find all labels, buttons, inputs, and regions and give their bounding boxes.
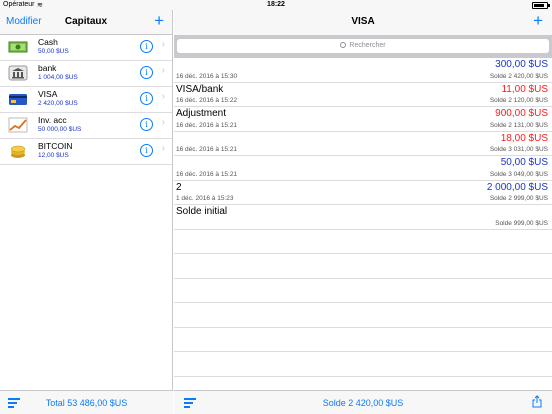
empty-row [174, 303, 552, 328]
accounts-title: Capitaux [64, 16, 108, 27]
transactions-toolbar: Solde 2 420,00 $US [174, 390, 552, 414]
transaction-row[interactable]: VISA/bank 11,00 $US 16 déc. 2016 à 15:22… [174, 83, 552, 107]
battery-icon [532, 2, 550, 9]
transaction-date: 16 déc. 2016 à 15:22 [176, 97, 238, 104]
transaction-date: 16 déc. 2016 à 15:21 [176, 121, 238, 129]
account-row-bitcoin[interactable]: BITCOIN 12,00 $US i › [0, 139, 172, 165]
chart-icon [8, 117, 28, 133]
transaction-balance: Solde 3 049,00 $US [489, 170, 548, 178]
account-name: Inv. acc [38, 115, 67, 125]
chevron-right-icon: › [161, 65, 165, 76]
search-input[interactable]: Rechercher [177, 39, 549, 53]
account-amount: 50,00 $US [38, 48, 69, 55]
transaction-date: 1 déc. 2016 à 15:23 [176, 195, 234, 202]
empty-row [174, 279, 552, 303]
transaction-amount: 2 000,00 $US [486, 181, 548, 193]
account-amount: 50 000,00 $US [38, 126, 82, 133]
transactions-list: 300,00 $US 16 déc. 2016 à 15:30 Solde 2 … [174, 58, 552, 377]
chevron-right-icon: › [161, 39, 165, 50]
transaction-row[interactable]: 300,00 $US 16 déc. 2016 à 15:30 Solde 2 … [174, 58, 552, 83]
transaction-row[interactable]: 2 2 000,00 $US 1 déc. 2016 à 15:23 Solde… [174, 181, 552, 205]
account-row-bank[interactable]: bank 1 004,00 $US i › [0, 61, 172, 87]
add-account-button[interactable]: + [154, 11, 164, 31]
balance-label: Solde 2 420,00 $US [322, 398, 404, 408]
transactions-pane: VISA + Rechercher 300,00 $US 16 déc. 201… [174, 10, 552, 414]
accounts-navbar: Modifier Capitaux + [0, 10, 172, 35]
battery-fill [534, 4, 544, 7]
transaction-balance: Solde 2 120,00 $US [489, 97, 548, 104]
info-icon[interactable]: i [140, 144, 153, 157]
chevron-right-icon: › [161, 143, 165, 154]
total-label: Total 53 486,00 $US [45, 398, 128, 408]
account-amount: 12,00 $US [38, 152, 69, 159]
share-icon[interactable] [532, 395, 542, 408]
accounts-pane: Modifier Capitaux + Cash 50,00 $US i › b… [0, 10, 173, 414]
search-bar: Rechercher [174, 35, 552, 58]
account-row-cash[interactable]: Cash 50,00 $US i › [0, 35, 172, 61]
coins-icon [10, 145, 26, 158]
transaction-balance: Solde 3 031,00 $US [489, 146, 548, 153]
transactions-navbar: VISA + [174, 10, 552, 35]
transaction-name: Solde initial [176, 206, 228, 217]
account-name: BITCOIN [38, 141, 73, 151]
info-icon[interactable]: i [140, 118, 153, 131]
transaction-amount: 300,00 $US [495, 59, 548, 70]
transaction-name: 2 [176, 181, 182, 193]
transaction-date: 16 déc. 2016 à 15:21 [176, 146, 238, 153]
cash-icon [8, 41, 28, 53]
chevron-right-icon: › [161, 91, 165, 102]
transaction-amount: 50,00 $US [500, 157, 548, 168]
account-name: bank [38, 63, 57, 73]
search-placeholder: Rechercher [349, 42, 386, 49]
bank-icon [8, 65, 28, 81]
empty-row [174, 230, 552, 254]
empty-row [174, 328, 552, 352]
credit-card-icon [9, 94, 27, 105]
transaction-balance: Solde 2 999,00 $US [489, 195, 548, 202]
transaction-row[interactable]: 50,00 $US 16 déc. 2016 à 15:21 Solde 3 0… [174, 156, 552, 181]
accounts-toolbar: Total 53 486,00 $US [0, 390, 173, 414]
transaction-balance: Solde 2 420,00 $US [489, 72, 548, 80]
transaction-date: 16 déc. 2016 à 15:30 [176, 72, 238, 80]
info-icon[interactable]: i [140, 40, 153, 53]
info-icon[interactable]: i [140, 92, 153, 105]
empty-row [174, 254, 552, 279]
account-amount: 1 004,00 $US [38, 74, 78, 81]
transaction-amount: 11,00 $US [501, 83, 548, 95]
transaction-row[interactable]: Solde initial Solde 999,00 $US [174, 205, 552, 230]
accounts-list: Cash 50,00 $US i › bank 1 004,00 $US i › [0, 35, 172, 165]
transaction-name: Adjustment [176, 108, 227, 119]
transaction-amount: 18,00 $US [500, 132, 548, 144]
transaction-balance: Solde 999,00 $US [495, 219, 548, 227]
account-title: VISA [351, 16, 375, 27]
account-amount: 2 420,00 $US [38, 100, 78, 107]
account-name: VISA [38, 89, 58, 99]
add-transaction-button[interactable]: + [533, 11, 543, 31]
account-row-visa[interactable]: VISA 2 420,00 $US i › [0, 87, 172, 113]
transaction-row[interactable]: 18,00 $US 16 déc. 2016 à 15:21 Solde 3 0… [174, 132, 552, 156]
status-bar: Opérateur ≋ 18:22 [0, 0, 552, 10]
account-row-inv-acc[interactable]: Inv. acc 50 000,00 $US i › [0, 113, 172, 139]
transaction-balance: Solde 2 131,00 $US [489, 121, 548, 129]
transaction-amount: 900,00 $US [495, 108, 548, 119]
empty-row [174, 352, 552, 377]
transaction-name: VISA/bank [176, 83, 224, 95]
transaction-date: 16 déc. 2016 à 15:21 [176, 170, 238, 178]
search-icon [340, 42, 347, 48]
chevron-right-icon: › [161, 117, 165, 128]
transaction-row[interactable]: Adjustment 900,00 $US 16 déc. 2016 à 15:… [174, 107, 552, 132]
info-icon[interactable]: i [140, 66, 153, 79]
status-time: 18:22 [267, 1, 285, 8]
account-name: Cash [38, 37, 58, 47]
